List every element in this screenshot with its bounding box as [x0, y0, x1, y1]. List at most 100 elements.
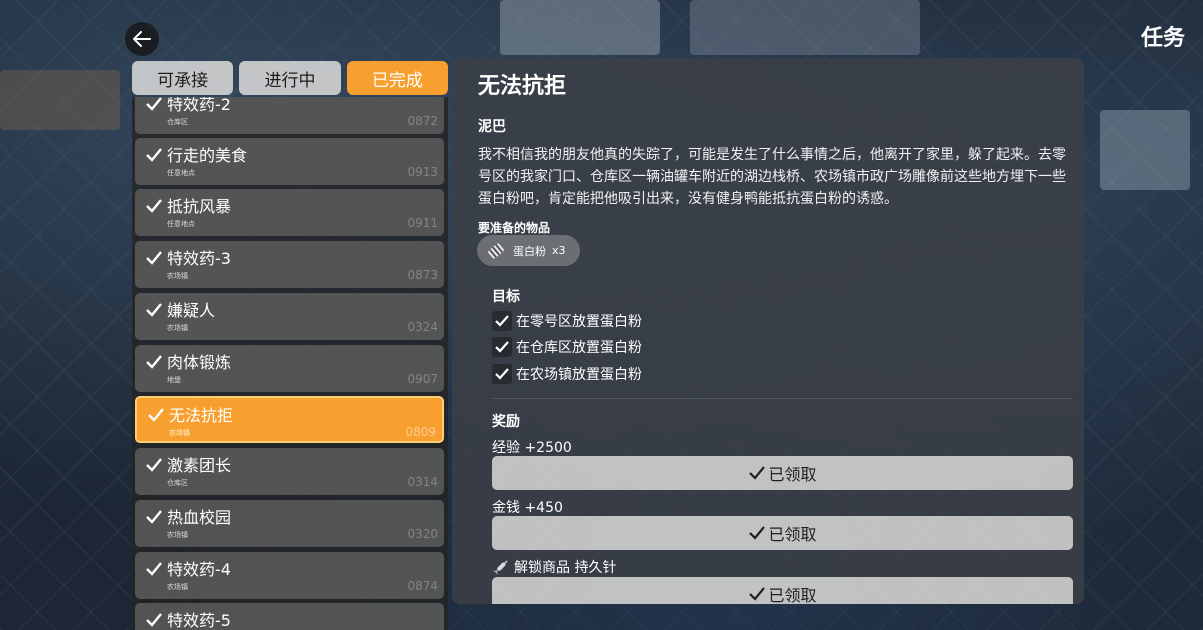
divider [492, 398, 1072, 399]
goal-item: 在仓库区放置蛋白粉 [492, 336, 642, 358]
required-item-chip[interactable]: 蛋白粉 x3 [477, 235, 580, 266]
quest-name: 行走的美食 [167, 146, 248, 165]
check-icon [146, 251, 162, 265]
tab-completed[interactable]: 已完成 [346, 61, 448, 95]
required-items-label: 要准备的物品 [478, 221, 551, 235]
quest-item[interactable]: 激素团长 仓库区 0314 [135, 448, 444, 495]
quest-code: 0320 [407, 527, 438, 541]
background-building [0, 70, 120, 130]
reward-label: 经验 +2500 [492, 437, 572, 457]
quest-code: 0911 [407, 216, 438, 230]
back-button[interactable] [125, 22, 159, 56]
goal-item: 在零号区放置蛋白粉 [492, 310, 642, 332]
protein-powder-icon [488, 242, 504, 259]
check-icon [146, 303, 162, 317]
check-icon [146, 562, 162, 576]
quest-description: 我不相信我的朋友他真的失踪了，可能是发生了什么事情之后，他离开了家里，躲了起来。… [478, 147, 1066, 207]
quest-code: 0324 [407, 320, 438, 334]
quest-code: 0314 [407, 475, 438, 489]
check-icon [146, 148, 162, 162]
claimed-button[interactable]: 已领取 [492, 577, 1073, 604]
quest-code: 0913 [407, 165, 438, 179]
quest-name: 特效药-4 [167, 560, 231, 579]
required-item-name: 蛋白粉 [513, 244, 546, 258]
goals-label: 目标 [492, 289, 520, 305]
quest-list[interactable]: 特效药-2 仓库区 0872 行走的美食 任意地点 0913 抵抗风暴 任意地点… [132, 97, 448, 630]
check-icon [146, 97, 162, 111]
claimed-button[interactable]: 已领取 [492, 516, 1073, 550]
check-icon [749, 466, 766, 480]
rewards-label: 奖励 [492, 414, 520, 430]
background-building [500, 0, 660, 55]
page-title: 任务 [1140, 26, 1185, 51]
check-icon [146, 199, 162, 213]
quest-location: 农场镇 [167, 531, 188, 539]
quest-item[interactable]: 特效药-4 农场镇 0874 [135, 552, 444, 599]
tab-available[interactable]: 可承接 [132, 61, 234, 95]
quest-location: 仓库区 [167, 479, 188, 487]
quest-code: 0873 [407, 268, 438, 282]
check-icon [495, 368, 509, 380]
claimed-button-label: 已领取 [768, 586, 817, 604]
check-icon [148, 408, 164, 422]
reward-label: 金钱 +450 [492, 497, 563, 517]
check-icon [749, 526, 766, 540]
quest-code: 0874 [407, 579, 438, 593]
arrow-left-icon [133, 31, 151, 47]
reward-text: 金钱 +450 [492, 500, 563, 516]
quest-item[interactable]: 特效药-2 仓库区 0872 [135, 97, 444, 134]
quest-name: 特效药-3 [167, 249, 231, 268]
quest-name: 特效药-5 [167, 611, 231, 630]
quest-location: 仓库区 [167, 118, 188, 126]
check-icon [146, 458, 162, 472]
goal-item: 在农场镇放置蛋白粉 [492, 363, 642, 385]
check-icon [495, 315, 509, 327]
goal-checkbox [492, 311, 512, 331]
check-icon [146, 613, 162, 627]
quest-item-selected[interactable]: 无法抗拒 农场镇 0809 [135, 396, 444, 443]
claimed-button[interactable]: 已领取 [492, 456, 1073, 490]
goal-text: 在农场镇放置蛋白粉 [516, 367, 642, 383]
quest-code: 0907 [407, 372, 438, 386]
quest-name: 特效药-2 [167, 97, 231, 114]
quest-code: 0809 [405, 425, 436, 439]
quest-title: 无法抗拒 [478, 74, 567, 99]
quest-item[interactable]: 特效药-5 [135, 603, 444, 630]
goal-text: 在仓库区放置蛋白粉 [516, 340, 642, 356]
check-icon [146, 355, 162, 369]
quest-item[interactable]: 肉体锻炼 地堡 0907 [135, 345, 444, 392]
claimed-button-label: 已领取 [768, 465, 817, 484]
check-icon [146, 510, 162, 524]
tab-in-progress[interactable]: 进行中 [239, 61, 341, 95]
quest-item[interactable]: 嫌疑人 农场镇 0324 [135, 293, 444, 340]
syringe-icon [493, 560, 508, 575]
quest-name: 热血校园 [167, 508, 232, 527]
quest-code: 0872 [407, 114, 438, 128]
reward-text: 经验 +2500 [492, 440, 572, 456]
reward-text: 解锁商品 持久针 [514, 560, 617, 576]
quest-location: 农场镇 [169, 429, 190, 437]
quest-item[interactable]: 热血校园 农场镇 0320 [135, 500, 444, 547]
goal-checkbox [492, 364, 512, 384]
quest-location: 农场镇 [167, 583, 188, 591]
quest-location: 农场镇 [167, 272, 188, 280]
quest-location: 地堡 [167, 376, 181, 384]
quest-name: 肉体锻炼 [167, 353, 232, 372]
quest-tabs: 可承接 进行中 已完成 [132, 61, 448, 95]
claimed-button-label: 已领取 [768, 525, 817, 544]
quest-location: 农场镇 [167, 324, 188, 332]
quest-location: 任意地点 [167, 220, 195, 228]
quest-location: 任意地点 [167, 169, 195, 177]
quest-detail-panel: 无法抗拒 泥巴 我不相信我的朋友他真的失踪了，可能是发生了什么事情之后，他离开了… [452, 58, 1084, 604]
goal-text: 在零号区放置蛋白粉 [516, 314, 642, 330]
quest-giver: 泥巴 [478, 119, 506, 135]
quest-item[interactable]: 抵抗风暴 任意地点 0911 [135, 189, 444, 236]
quest-name: 抵抗风暴 [167, 197, 232, 216]
background-building [690, 0, 920, 55]
quest-name: 激素团长 [167, 456, 232, 475]
reward-label: 解锁商品 持久针 [492, 557, 616, 577]
required-item-qty: x3 [552, 244, 566, 257]
quest-item[interactable]: 行走的美食 任意地点 0913 [135, 138, 444, 185]
quest-item[interactable]: 特效药-3 农场镇 0873 [135, 241, 444, 288]
check-icon [749, 587, 766, 601]
